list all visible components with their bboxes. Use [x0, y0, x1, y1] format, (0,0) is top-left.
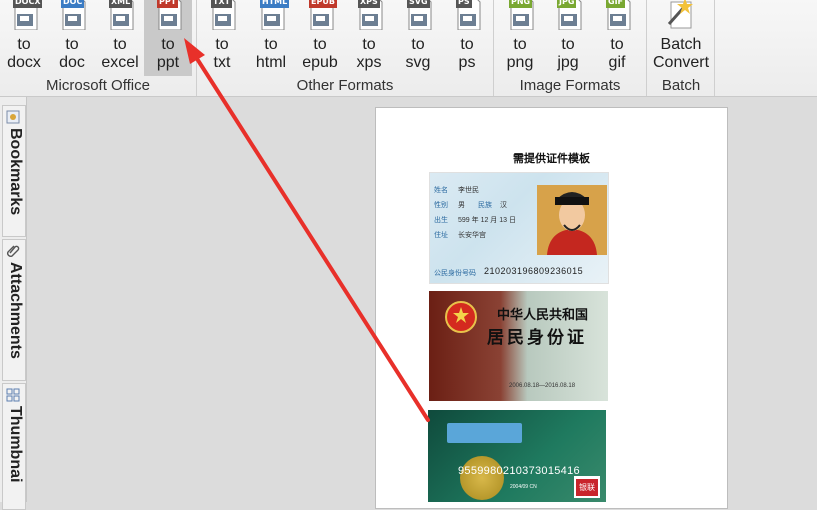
red-annotation-arrow [184, 38, 430, 422]
